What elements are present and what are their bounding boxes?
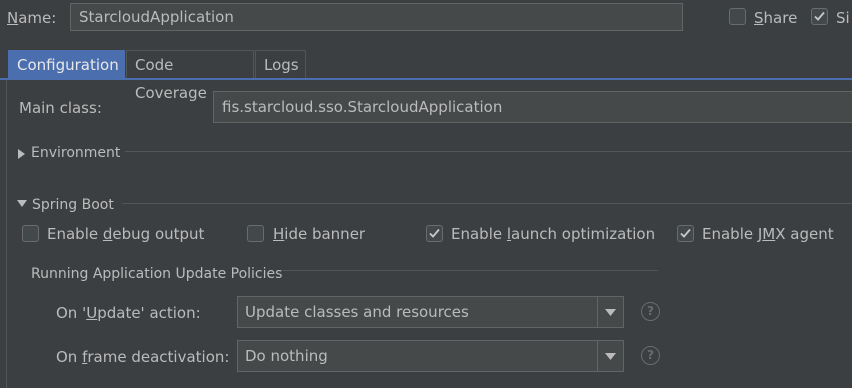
name-field[interactable]: StarcloudApplication: [70, 3, 683, 31]
check-icon: [814, 11, 825, 21]
check-icon: [429, 228, 440, 238]
chevron-right-icon: [18, 149, 25, 159]
hide-banner-label: Hide banner: [273, 225, 366, 243]
chevron-down-icon: [597, 297, 623, 327]
enable-debug-output-checkbox[interactable]: [22, 225, 39, 242]
spring-boot-separator: [122, 203, 852, 204]
on-frame-deactivation-value: Do nothing: [245, 347, 328, 365]
environment-separator: [125, 151, 852, 152]
single-instance-checkbox[interactable]: [811, 8, 828, 25]
tab-logs[interactable]: Logs: [255, 50, 306, 79]
on-frame-deactivation-label: On frame deactivation:: [56, 348, 230, 366]
help-icon[interactable]: ?: [641, 346, 660, 365]
update-policies-title: Running Application Update Policies: [31, 266, 283, 282]
hide-banner-checkbox[interactable]: [247, 225, 264, 242]
chevron-down-icon: [597, 341, 623, 371]
share-checkbox[interactable]: [729, 8, 746, 25]
on-update-label: On 'Update' action:: [56, 304, 201, 322]
on-frame-deactivation-dropdown[interactable]: Do nothing: [237, 340, 624, 372]
enable-jmx-agent-checkbox[interactable]: [677, 225, 694, 242]
enable-debug-output-label: Enable debug output: [47, 225, 205, 243]
name-label: Name:: [7, 9, 57, 27]
tab-configuration[interactable]: Configuration: [8, 50, 125, 79]
single-instance-label: Si: [836, 9, 850, 27]
update-policies-separator: [283, 270, 658, 271]
environment-label: Environment: [31, 145, 121, 161]
enable-launch-optimization-label: Enable launch optimization: [451, 225, 656, 243]
check-icon: [680, 228, 691, 238]
share-label: Share: [754, 9, 798, 27]
main-class-field[interactable]: fis.starcloud.sso.StarcloudApplication: [213, 91, 852, 123]
main-class-label: Main class:: [19, 99, 102, 117]
tab-code-coverage[interactable]: Code Coverage: [126, 50, 254, 102]
chevron-down-icon: [17, 200, 27, 207]
on-update-value: Update classes and resources: [245, 303, 469, 321]
enable-launch-optimization-checkbox[interactable]: [426, 225, 443, 242]
help-icon[interactable]: ?: [641, 302, 660, 321]
enable-jmx-agent-label: Enable JMX agent: [702, 225, 834, 243]
spring-boot-label: Spring Boot: [32, 197, 114, 213]
on-update-dropdown[interactable]: Update classes and resources: [237, 296, 624, 328]
